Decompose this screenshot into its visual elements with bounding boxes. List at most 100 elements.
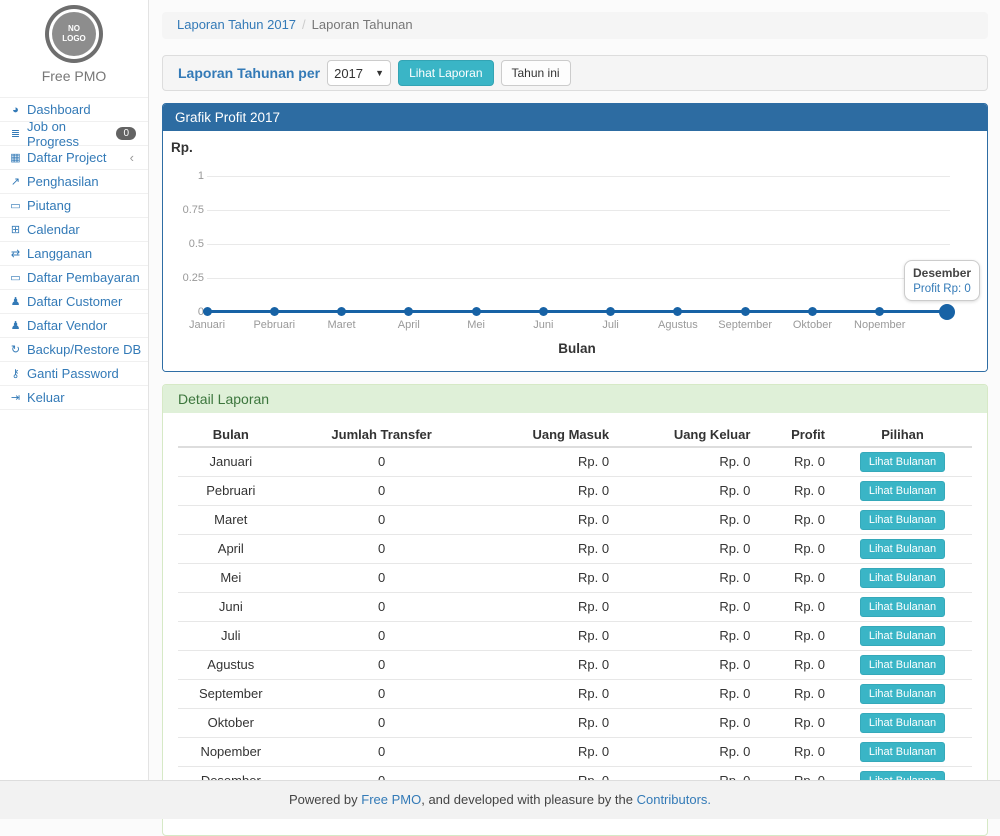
x-tick-label: Juli [578, 319, 644, 331]
view-monthly-button[interactable]: Lihat Bulanan [860, 597, 945, 617]
footer-text: Powered by [289, 792, 361, 807]
y-tick-label: 0.5 [163, 238, 204, 250]
cell-uang-masuk: Rp. 0 [480, 564, 617, 593]
sidebar-item-daftar-pembayaran[interactable]: ▭Daftar Pembayaran [0, 266, 148, 290]
cell-bulan: Oktober [178, 709, 284, 738]
count-badge: 0 [116, 127, 136, 140]
data-point[interactable] [203, 307, 212, 316]
cell-jumlah-transfer: 0 [284, 564, 480, 593]
sidebar-item-keluar[interactable]: ⇥Keluar [0, 386, 148, 410]
chart-x-axis-label: Bulan [207, 341, 947, 356]
sidebar-item-label: Dashboard [27, 102, 91, 117]
sidebar-item-backup-restore-db[interactable]: ↻Backup/Restore DB [0, 338, 148, 362]
sidebar-item-daftar-customer[interactable]: ♟Daftar Customer [0, 290, 148, 314]
cell-uang-keluar: Rp. 0 [617, 564, 758, 593]
data-point[interactable] [539, 307, 548, 316]
year-select[interactable]: 2017 ▼ [327, 60, 391, 86]
x-tick-label: Agustus [645, 319, 711, 331]
data-point[interactable] [808, 307, 817, 316]
cell-uang-keluar: Rp. 0 [617, 535, 758, 564]
column-header-uang-masuk: Uang Masuk [480, 423, 617, 447]
view-monthly-button[interactable]: Lihat Bulanan [860, 481, 945, 501]
data-point[interactable] [337, 307, 346, 316]
sidebar-item-penghasilan[interactable]: ↗Penghasilan [0, 170, 148, 194]
cell-bulan: April [178, 535, 284, 564]
cell-uang-masuk: Rp. 0 [480, 535, 617, 564]
cell-pilihan: Lihat Bulanan [833, 564, 972, 593]
y-tick-label: 0.25 [163, 272, 204, 284]
view-monthly-button[interactable]: Lihat Bulanan [860, 626, 945, 646]
page-footer: Powered by Free PMO, and developed with … [0, 780, 1000, 819]
footer-link-free-pmo[interactable]: Free PMO [361, 792, 421, 807]
chart-data-line [207, 310, 947, 313]
data-point[interactable] [270, 307, 279, 316]
refresh-icon: ↻ [7, 343, 24, 356]
data-point[interactable] [741, 307, 750, 316]
breadcrumb-link[interactable]: Laporan Tahun 2017 [177, 17, 296, 32]
sidebar-item-daftar-vendor[interactable]: ♟Daftar Vendor [0, 314, 148, 338]
retweet-icon: ⇄ [7, 247, 24, 260]
view-monthly-button[interactable]: Lihat Bulanan [860, 452, 945, 472]
cell-bulan: Agustus [178, 651, 284, 680]
cell-uang-masuk: Rp. 0 [480, 447, 617, 477]
profit-chart-panel: Grafik Profit 2017 Rp. Bulan 10.750.50.2… [162, 103, 988, 372]
view-monthly-button[interactable]: Lihat Bulanan [860, 742, 945, 762]
sidebar-item-langganan[interactable]: ⇄Langganan [0, 242, 148, 266]
cell-bulan: Juni [178, 593, 284, 622]
x-tick-label: Nopember [847, 319, 913, 331]
report-table: BulanJumlah TransferUang MasukUang Kelua… [178, 423, 972, 820]
view-monthly-button[interactable]: Lihat Bulanan [860, 568, 945, 588]
current-year-button[interactable]: Tahun ini [501, 60, 571, 86]
lock-icon: ⚷ [7, 367, 24, 380]
cell-jumlah-transfer: 0 [284, 709, 480, 738]
sidebar-item-ganti-password[interactable]: ⚷Ganti Password [0, 362, 148, 386]
table-row: Mei0Rp. 0Rp. 0Rp. 0Lihat Bulanan [178, 564, 972, 593]
cell-pilihan: Lihat Bulanan [833, 593, 972, 622]
footer-link-contributors[interactable]: Contributors. [637, 792, 711, 807]
cell-uang-keluar: Rp. 0 [617, 447, 758, 477]
breadcrumb-separator: / [302, 17, 306, 32]
sidebar-item-label: Daftar Pembayaran [27, 270, 140, 285]
sidebar-item-label: Calendar [27, 222, 80, 237]
x-tick-label: Mei [443, 319, 509, 331]
data-point[interactable] [472, 307, 481, 316]
cell-profit: Rp. 0 [758, 447, 833, 477]
detail-report-panel: Detail Laporan BulanJumlah TransferUang … [162, 384, 988, 836]
sidebar-item-piutang[interactable]: ▭Piutang [0, 194, 148, 218]
cell-bulan: Mei [178, 564, 284, 593]
data-point[interactable] [673, 307, 682, 316]
view-monthly-button[interactable]: Lihat Bulanan [860, 684, 945, 704]
cell-pilihan: Lihat Bulanan [833, 447, 972, 477]
data-point[interactable] [875, 307, 884, 316]
x-tick-label: Pebruari [241, 319, 307, 331]
cell-uang-keluar: Rp. 0 [617, 709, 758, 738]
cell-uang-masuk: Rp. 0 [480, 738, 617, 767]
dashboard-icon: ◕ [7, 104, 24, 116]
sidebar-item-label: Keluar [27, 390, 65, 405]
gridline [207, 244, 950, 245]
y-tick-label: 0.75 [163, 204, 204, 216]
cell-uang-masuk: Rp. 0 [480, 506, 617, 535]
sidebar-item-daftar-project[interactable]: ▦Daftar Project‹ [0, 146, 148, 170]
sidebar-item-calendar[interactable]: ⊞Calendar [0, 218, 148, 242]
data-point[interactable] [404, 307, 413, 316]
cell-jumlah-transfer: 0 [284, 535, 480, 564]
view-monthly-button[interactable]: Lihat Bulanan [860, 539, 945, 559]
profit-line-chart: Rp. Bulan 10.750.50.250JanuariPebruariMa… [163, 131, 987, 371]
cell-pilihan: Lihat Bulanan [833, 709, 972, 738]
data-point[interactable] [606, 307, 615, 316]
sidebar-item-job-on-progress[interactable]: ≣Job on Progress0 [0, 122, 148, 146]
footer-text: , and developed with pleasure by the [421, 792, 636, 807]
cell-profit: Rp. 0 [758, 651, 833, 680]
view-report-button[interactable]: Lihat Laporan [398, 60, 493, 86]
table-row: September0Rp. 0Rp. 0Rp. 0Lihat Bulanan [178, 680, 972, 709]
sidebar-item-label: Piutang [27, 198, 71, 213]
cell-pilihan: Lihat Bulanan [833, 506, 972, 535]
cell-jumlah-transfer: 0 [284, 622, 480, 651]
view-monthly-button[interactable]: Lihat Bulanan [860, 655, 945, 675]
table-row: Juli0Rp. 0Rp. 0Rp. 0Lihat Bulanan [178, 622, 972, 651]
calendar-icon: ⊞ [7, 223, 24, 236]
view-monthly-button[interactable]: Lihat Bulanan [860, 510, 945, 530]
data-point-hovered[interactable] [939, 304, 955, 320]
view-monthly-button[interactable]: Lihat Bulanan [860, 713, 945, 733]
